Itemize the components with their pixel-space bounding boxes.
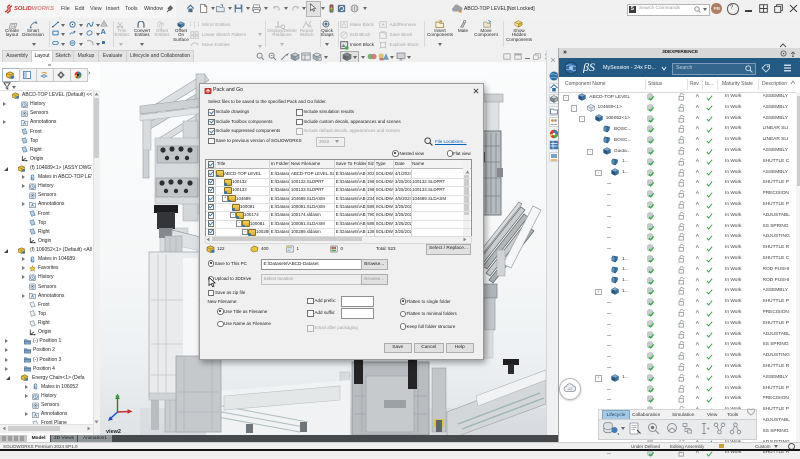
svg-text:βS: βS: [583, 61, 595, 73]
